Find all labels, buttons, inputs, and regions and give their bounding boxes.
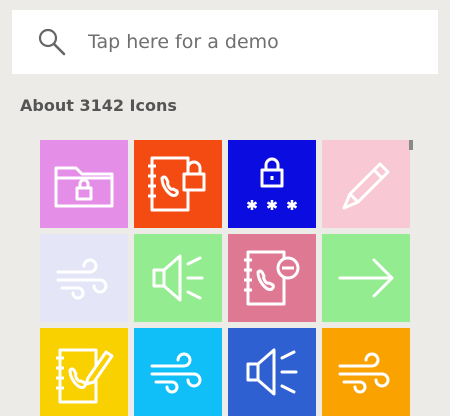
icon-tile-wind-3[interactable] (322, 328, 410, 416)
search-icon (38, 28, 66, 56)
icon-tile-wind-2[interactable] (134, 328, 222, 416)
speaker-volume-icon (246, 348, 298, 396)
search-input[interactable] (76, 22, 450, 62)
icon-tile-phonebook-edit[interactable] (40, 328, 128, 416)
icon-tile-speaker[interactable] (134, 234, 222, 322)
search-bar[interactable] (12, 10, 450, 74)
wind-icon (56, 258, 108, 300)
phonebook-lock-icon (148, 156, 206, 212)
icon-tile-pencil[interactable] (322, 140, 410, 228)
arrow-right-icon (338, 258, 394, 298)
icon-tile-wind[interactable] (40, 234, 128, 322)
phonebook-edit-icon (56, 348, 114, 404)
icon-tile-password-lock[interactable] (228, 140, 316, 228)
icon-tile-phonebook-lock[interactable] (134, 140, 222, 228)
scrollbar-thumb[interactable] (409, 140, 413, 150)
icon-tile-folder-lock[interactable] (40, 140, 128, 228)
password-lock-icon (246, 157, 298, 210)
icon-grid (40, 140, 410, 416)
wind-icon (338, 352, 390, 394)
icon-tile-speaker-2[interactable] (228, 328, 316, 416)
icon-tile-phonebook-remove[interactable] (228, 234, 316, 322)
folder-lock-icon (54, 166, 114, 208)
speaker-volume-icon (152, 254, 204, 302)
icon-tile-arrow-right[interactable] (322, 234, 410, 322)
phonebook-remove-icon (244, 250, 300, 306)
wind-icon (150, 352, 202, 394)
pencil-icon (342, 162, 390, 210)
icon-count-label: About 3142 Icons (20, 96, 177, 115)
